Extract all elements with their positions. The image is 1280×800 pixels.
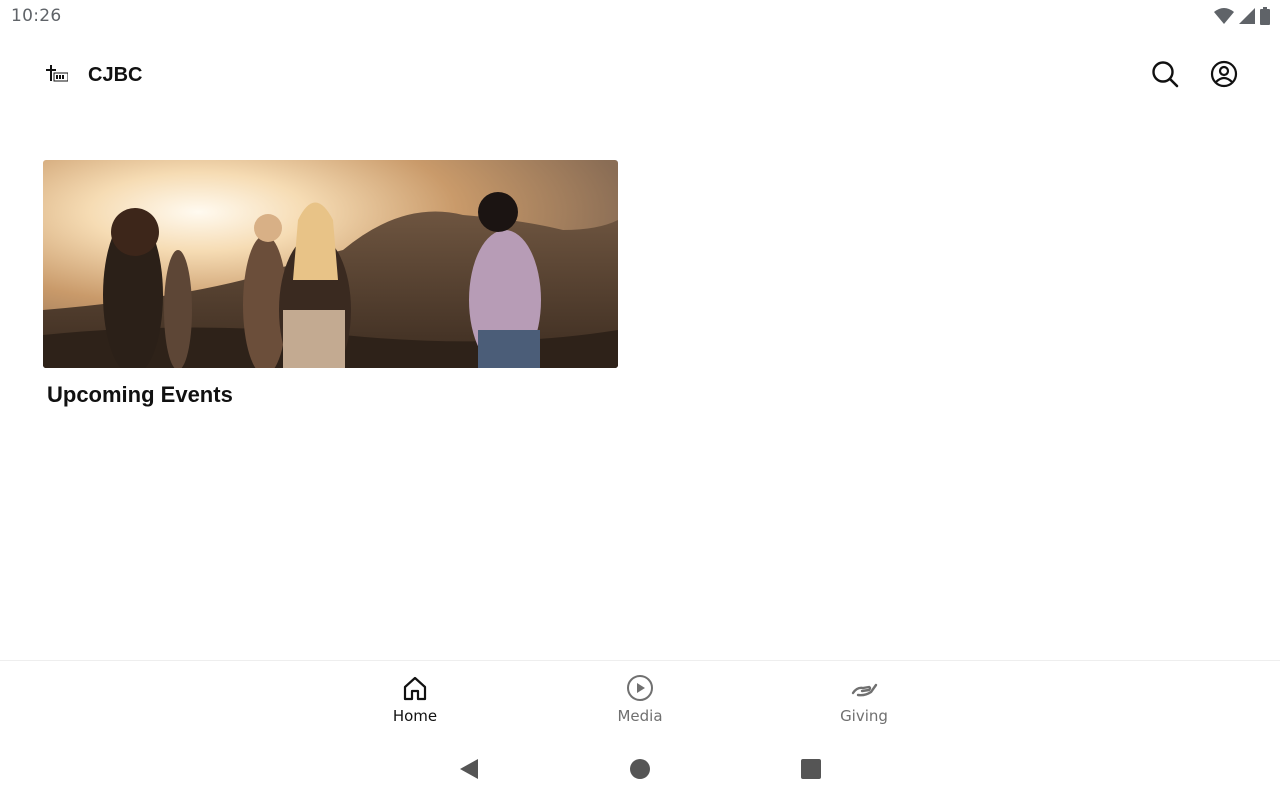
- card-title: Upcoming Events: [47, 382, 233, 407]
- status-time: 10:26: [11, 6, 62, 26]
- bottom-navigation: Home Media Giving: [0, 660, 1280, 741]
- nav-item-home[interactable]: Home: [355, 673, 475, 733]
- cross-logo-icon: [46, 65, 68, 82]
- app-title: CJBC: [88, 64, 143, 86]
- search-icon: [1152, 61, 1179, 88]
- upcoming-events-card[interactable]: Upcoming Events: [43, 160, 618, 408]
- status-icons: [1214, 7, 1270, 25]
- app-bar: CJBC: [0, 44, 1280, 108]
- nav-label-home: Home: [392, 707, 438, 725]
- play-circle-icon: [627, 675, 653, 701]
- wifi-icon: [1214, 8, 1234, 24]
- recents-square-icon[interactable]: [798, 756, 824, 782]
- nav-item-giving[interactable]: Giving: [804, 673, 924, 733]
- cell-signal-icon: [1239, 8, 1255, 24]
- search-button[interactable]: [1149, 58, 1181, 90]
- nav-label-giving: Giving: [840, 707, 888, 725]
- home-circle-icon[interactable]: [627, 756, 653, 782]
- account-circle-icon: [1210, 60, 1238, 88]
- giving-hand-icon: [851, 683, 878, 697]
- back-icon[interactable]: [456, 756, 482, 782]
- home-icon: [403, 676, 427, 701]
- battery-icon: [1260, 7, 1270, 25]
- status-bar: 10:26: [0, 0, 1280, 34]
- card-image: [43, 160, 618, 368]
- account-button[interactable]: [1208, 58, 1240, 90]
- system-navigation-bar: [0, 740, 1280, 800]
- nav-label-media: Media: [617, 707, 663, 725]
- nav-item-media[interactable]: Media: [580, 673, 700, 733]
